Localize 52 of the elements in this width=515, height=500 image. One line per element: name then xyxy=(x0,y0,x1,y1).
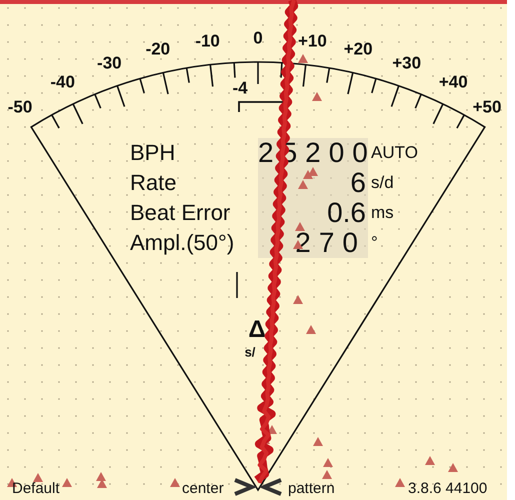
scale-label: -50 xyxy=(8,98,32,116)
chevron-right-icon[interactable] xyxy=(234,478,258,496)
reading-label: Ampl.(50°) xyxy=(130,229,236,257)
triangle-marker xyxy=(312,92,322,101)
triangle-marker xyxy=(33,473,43,482)
triangle-marker xyxy=(298,54,308,63)
scale-label: -40 xyxy=(50,74,75,91)
triangle-marker xyxy=(425,456,435,465)
delta-symbol: Δ xyxy=(248,318,266,342)
triangle-marker xyxy=(306,325,316,334)
triangle-marker xyxy=(395,478,405,487)
triangle-marker xyxy=(303,170,313,179)
triangle-marker xyxy=(62,478,72,487)
triangle-marker xyxy=(298,180,308,189)
scale-label: -10 xyxy=(195,32,220,50)
scale-label: 0 xyxy=(253,30,263,46)
scale-label: +20 xyxy=(344,40,373,58)
bracket-line xyxy=(238,101,285,112)
reading-value: 6 xyxy=(258,168,368,198)
reading-unit: AUTO xyxy=(370,142,418,164)
reading-unit: ms xyxy=(370,202,395,224)
triangle-marker xyxy=(322,470,332,479)
reading-label: Beat Error xyxy=(130,199,232,227)
triangle-marker xyxy=(96,472,106,481)
delta-unit: s/ xyxy=(244,346,256,358)
reading-value: 270 xyxy=(258,228,368,258)
scale-label: +50 xyxy=(472,98,502,116)
triangle-marker xyxy=(313,437,323,446)
scale-label: +40 xyxy=(438,74,468,91)
chevron-left-icon[interactable] xyxy=(258,478,282,496)
scale-label: +30 xyxy=(392,54,422,72)
beat-error-label: -4 xyxy=(232,80,248,96)
reading-label: BPH xyxy=(130,139,176,167)
triangle-marker xyxy=(97,479,107,488)
scale-label: -20 xyxy=(146,40,170,58)
reading-value: 0.6 xyxy=(258,198,368,228)
reading-unit: s/d xyxy=(370,172,395,194)
triangle-marker xyxy=(295,222,305,231)
scale-label: -30 xyxy=(97,54,122,72)
triangle-marker xyxy=(323,458,333,467)
scale-label: +10 xyxy=(298,32,327,50)
pattern-button[interactable]: pattern xyxy=(288,481,335,496)
triangle-marker xyxy=(170,478,180,487)
triangle-marker xyxy=(267,425,277,434)
reading-label: Rate xyxy=(130,169,178,197)
triangle-marker xyxy=(293,295,303,304)
marker-line xyxy=(236,272,238,298)
version-label: 3.8.6 44100 xyxy=(408,481,488,496)
center-button[interactable]: center xyxy=(182,481,224,496)
profile-label[interactable]: Default xyxy=(12,481,60,496)
triangle-marker xyxy=(448,463,458,472)
reading-unit: ° xyxy=(370,232,379,254)
